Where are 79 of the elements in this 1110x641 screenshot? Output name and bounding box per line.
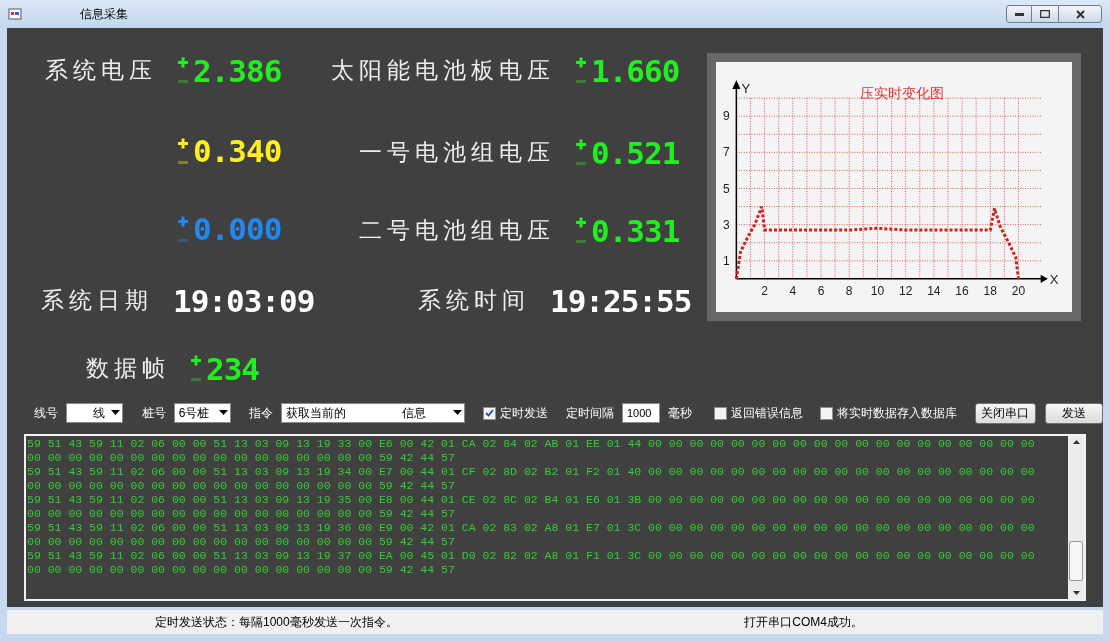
maximize-icon bbox=[1040, 10, 1050, 18]
log-line: 59 51 43 59 11 02 06 00 00 51 13 03 09 13 19 33 00 E6 00 42 01 CA 02 84 02 AB 01 EE 01 44 00 00 00 00 00 00 00 00 00 00 00 00 00 00 00 00 00 00 00 bbox=[27, 437, 1036, 451]
digital-readout: 1.660 bbox=[591, 55, 680, 87]
tick-label: 5 bbox=[723, 181, 730, 196]
tick-label: 7 bbox=[723, 145, 730, 160]
field-label: 指令 bbox=[249, 405, 274, 422]
tick-label: 8 bbox=[845, 283, 853, 298]
digital-readout: 0.521 bbox=[591, 137, 680, 169]
check-icon bbox=[485, 409, 494, 417]
tick-label: 16 bbox=[955, 283, 969, 298]
log-line: 00 00 00 00 00 00 00 00 00 00 00 00 00 00 00 00 00 59 42 44 57 bbox=[27, 535, 456, 549]
scroll-thumb[interactable] bbox=[1069, 541, 1083, 581]
checkbox[interactable] bbox=[713, 406, 727, 420]
log-line: 00 00 00 00 00 00 00 00 00 00 00 00 00 00 00 00 00 59 42 44 57 bbox=[27, 507, 456, 521]
readout-label: 二号电池组电压 bbox=[359, 217, 555, 245]
close-button[interactable] bbox=[1058, 5, 1102, 23]
axis-label: X bbox=[1049, 271, 1059, 287]
dropdown-arrow-icon bbox=[110, 410, 120, 416]
pile-select[interactable]: 6号桩 bbox=[173, 403, 231, 423]
log-line: 59 51 43 59 11 02 06 00 00 51 13 03 09 13 19 35 00 E8 00 44 01 CE 02 8C 02 B4 01 E6 01 3B 00 00 00 00 00 00 00 00 00 00 00 00 00 00 00 00 00 00 00 bbox=[27, 493, 1036, 507]
scroll-up-icon bbox=[1072, 440, 1080, 444]
field-label: 线号 bbox=[34, 405, 58, 422]
checkbox[interactable] bbox=[483, 406, 496, 420]
readout-label: 系统时间 bbox=[418, 287, 530, 315]
log-line: 59 51 43 59 11 02 06 00 00 51 13 03 09 13 19 37 00 EA 00 45 01 D0 02 82 02 A8 01 F1 01 3C 00 00 00 00 00 00 00 00 00 00 00 00 00 00 00 00 00 00 00 bbox=[27, 549, 1036, 563]
close-icon bbox=[1075, 9, 1085, 19]
tick-label: 3 bbox=[723, 217, 730, 232]
minimize-button[interactable] bbox=[1006, 5, 1032, 23]
command-select[interactable]: 获取当前的 信息 bbox=[281, 403, 466, 423]
tick-label: 9 bbox=[723, 109, 730, 124]
tick-label: 10 bbox=[870, 283, 885, 298]
tick-label: 1 bbox=[723, 253, 730, 268]
axis-label: Y bbox=[741, 81, 751, 97]
digital-readout: 0.340 bbox=[193, 136, 282, 167]
digital-readout: 19:03:09 bbox=[173, 285, 315, 317]
minimize-icon bbox=[1014, 12, 1024, 16]
chart-title: 压实时变化图 bbox=[859, 85, 944, 102]
field-label: 定时间隔 bbox=[565, 405, 614, 422]
digital-readout: 234 bbox=[206, 353, 259, 385]
tick-label: 14 bbox=[927, 283, 941, 298]
checkbox-label: 返回错误信息 bbox=[730, 405, 803, 422]
field-label: 毫秒 bbox=[667, 405, 692, 422]
field-label: 桩号 bbox=[141, 405, 166, 422]
tick-label: 12 bbox=[898, 283, 913, 298]
log-line: 00 00 00 00 00 00 00 00 00 00 00 00 00 00 00 00 00 59 42 44 57 bbox=[27, 451, 456, 465]
digital-readout: 19:25:55 bbox=[550, 285, 692, 317]
log-line: 00 00 00 00 00 00 00 00 00 00 00 00 00 00 00 00 00 59 42 44 57 bbox=[27, 479, 456, 493]
status-text: 打开串口COM4成功。 bbox=[744, 614, 863, 631]
tick-label: 20 bbox=[1011, 283, 1026, 298]
tick-label: 18 bbox=[983, 283, 997, 298]
action-button[interactable]: 发送 bbox=[1044, 402, 1103, 424]
digital-readout: 0.331 bbox=[591, 215, 680, 247]
readout-label: 系统日期 bbox=[41, 287, 153, 315]
scrollbar[interactable] bbox=[1068, 436, 1084, 599]
log-line: 59 51 43 59 11 02 06 00 00 51 13 03 09 13 19 34 00 E7 00 44 01 CF 02 8D 02 B2 01 F2 01 40 00 00 00 00 00 00 00 00 00 00 00 00 00 00 00 00 00 00 00 bbox=[27, 465, 1036, 479]
log-line: 59 51 43 59 11 02 06 00 00 51 13 03 09 13 19 36 00 E9 00 42 01 CA 02 83 02 A8 01 E7 01 3C 00 00 00 00 00 00 00 00 00 00 00 00 00 00 00 00 00 00 00 bbox=[27, 521, 1036, 535]
window-title: 信息采集 bbox=[80, 6, 128, 23]
digital-readout: 2.386 bbox=[193, 55, 282, 87]
log-line: 00 00 00 00 00 00 00 00 00 00 00 00 00 00 00 00 00 59 42 44 57 bbox=[27, 563, 456, 577]
readout-label: 太阳能电池板电压 bbox=[331, 57, 555, 85]
readout-label: 一号电池组电压 bbox=[359, 139, 555, 167]
dropdown-arrow-icon bbox=[453, 410, 463, 416]
tick-label: 2 bbox=[761, 283, 768, 298]
dropdown-arrow-icon bbox=[218, 410, 228, 416]
tick-label: 4 bbox=[789, 283, 797, 298]
checkbox-label: 将实时数据存入数据库 bbox=[837, 405, 958, 422]
line-select[interactable]: 线 bbox=[66, 403, 123, 423]
scroll-down-icon bbox=[1072, 591, 1080, 595]
status-text: 定时发送状态：每隔1000毫秒发送一次指令。 bbox=[155, 614, 398, 631]
checkbox-label: 定时发送 bbox=[500, 405, 548, 422]
app-icon bbox=[8, 7, 22, 21]
readout-label: 数据帧 bbox=[86, 355, 170, 383]
maximize-button[interactable] bbox=[1032, 5, 1058, 23]
readout-label: 系统电压 bbox=[45, 57, 157, 85]
digital-readout: 0.000 bbox=[193, 214, 282, 245]
interval-field[interactable]: 1000 bbox=[621, 403, 660, 423]
checkbox[interactable] bbox=[820, 406, 834, 420]
tick-label: 6 bbox=[817, 283, 825, 298]
action-button[interactable]: 关闭串口 bbox=[975, 402, 1036, 424]
